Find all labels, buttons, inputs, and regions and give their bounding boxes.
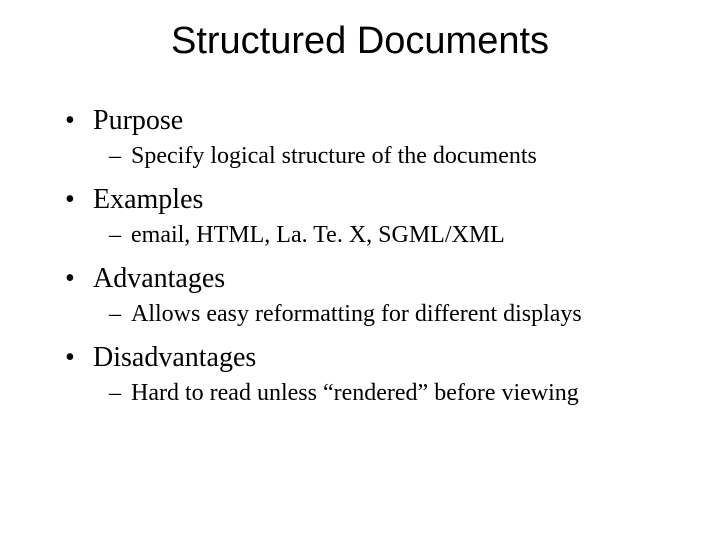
item-label: Examples bbox=[93, 184, 203, 216]
list-subitem: – Specify logical structure of the docum… bbox=[109, 143, 690, 170]
list-item: • Examples bbox=[65, 184, 690, 216]
list-subitem: – Allows easy reformatting for different… bbox=[109, 301, 690, 328]
subitem-label: Hard to read unless “rendered” before vi… bbox=[131, 380, 579, 407]
item-label: Advantages bbox=[93, 263, 225, 295]
list-item: • Purpose bbox=[65, 105, 690, 137]
list-item: • Disadvantages bbox=[65, 342, 690, 374]
item-label: Disadvantages bbox=[93, 342, 256, 374]
subitem-label: Specify logical structure of the documen… bbox=[131, 143, 537, 170]
bullet-icon: • bbox=[65, 184, 93, 216]
dash-icon: – bbox=[109, 222, 131, 249]
list-subitem: – Hard to read unless “rendered” before … bbox=[109, 380, 690, 407]
subitem-label: Allows easy reformatting for different d… bbox=[131, 301, 582, 328]
item-label: Purpose bbox=[93, 105, 183, 137]
bullet-icon: • bbox=[65, 342, 93, 374]
list-subitem: – email, HTML, La. Te. X, SGML/XML bbox=[109, 222, 690, 249]
slide-title: Structured Documents bbox=[0, 20, 720, 63]
slide: Structured Documents • Purpose – Specify… bbox=[0, 0, 720, 540]
dash-icon: – bbox=[109, 143, 131, 170]
bullet-icon: • bbox=[65, 263, 93, 295]
slide-content: • Purpose – Specify logical structure of… bbox=[0, 105, 720, 407]
dash-icon: – bbox=[109, 301, 131, 328]
subitem-label: email, HTML, La. Te. X, SGML/XML bbox=[131, 222, 505, 249]
list-item: • Advantages bbox=[65, 263, 690, 295]
bullet-icon: • bbox=[65, 105, 93, 137]
dash-icon: – bbox=[109, 380, 131, 407]
